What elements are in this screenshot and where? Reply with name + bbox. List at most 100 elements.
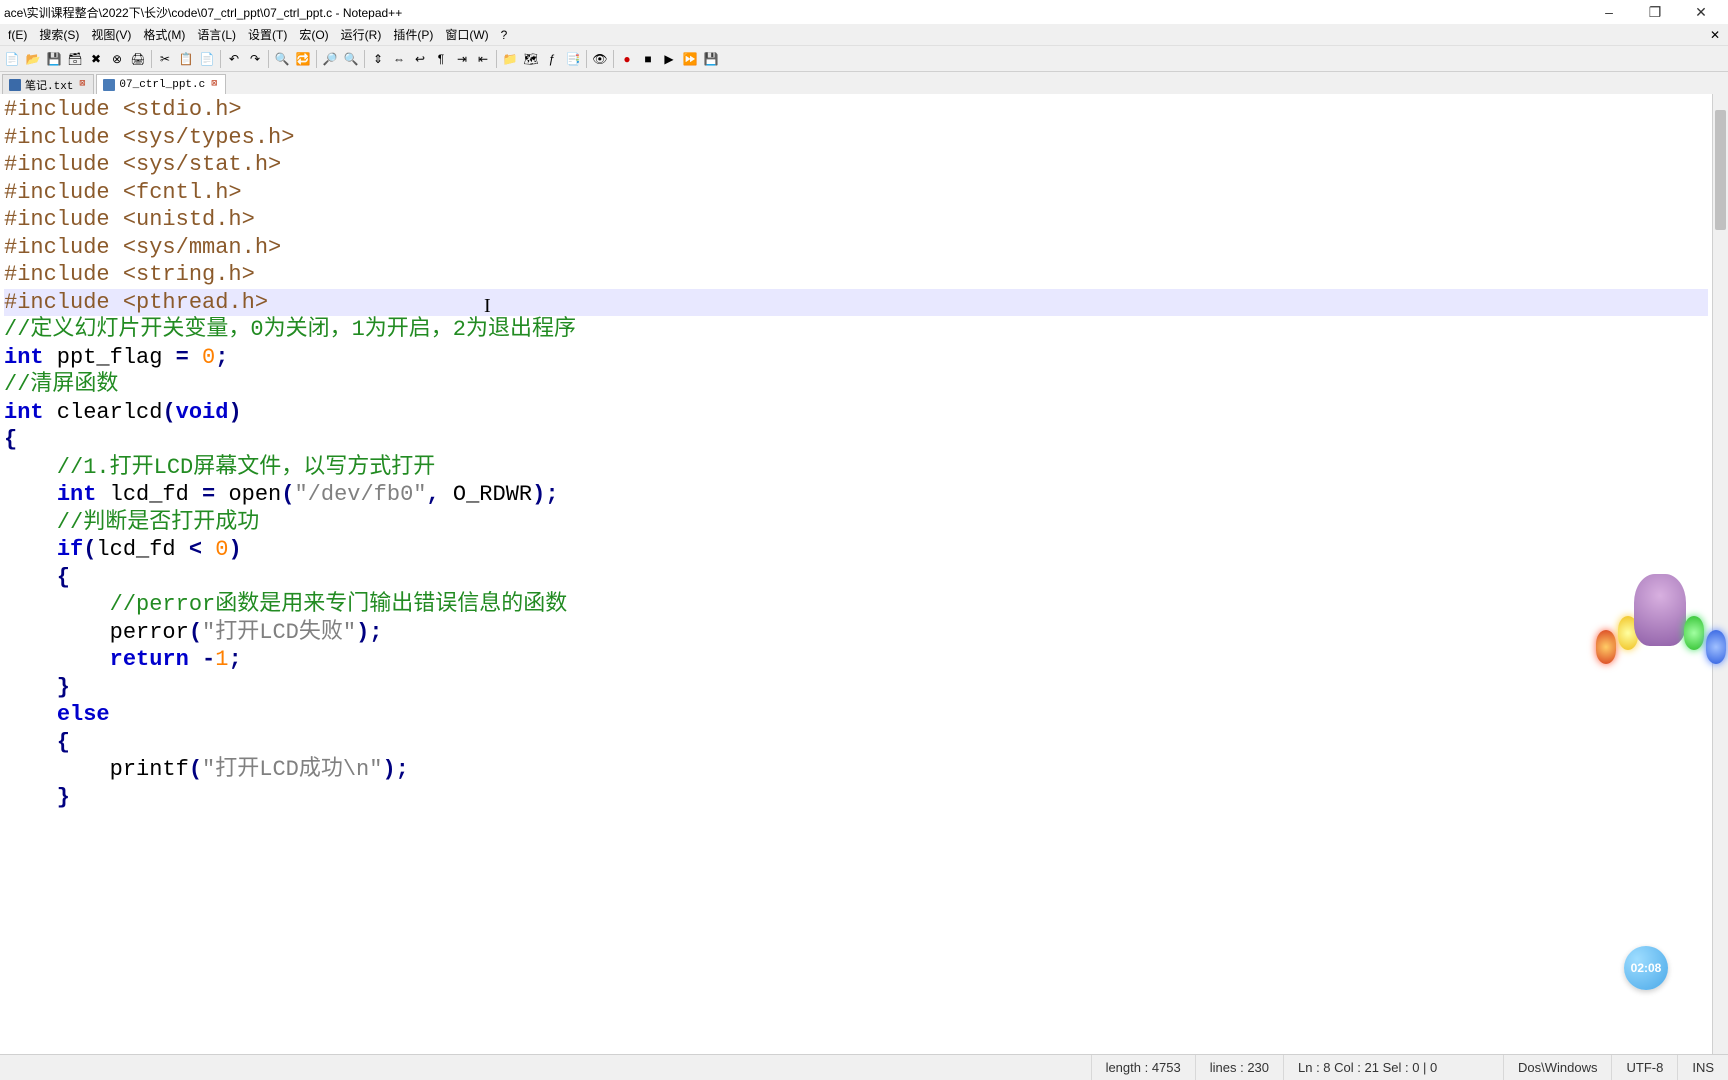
code-line: #include <stdio.h> bbox=[4, 97, 242, 122]
function-list-icon[interactable]: ƒ bbox=[542, 49, 562, 69]
find-icon[interactable]: 🔍 bbox=[272, 49, 292, 69]
window-title: ace\实训课程整合\2022下\长沙\code\07_ctrl_ppt\07_… bbox=[4, 4, 1586, 21]
status-encoding: UTF-8 bbox=[1611, 1055, 1677, 1080]
close-all-icon[interactable]: ⊗ bbox=[107, 49, 127, 69]
timer-badge[interactable]: 02:08 bbox=[1624, 946, 1668, 990]
toolbar-separator bbox=[586, 50, 587, 68]
text-cursor-icon: I bbox=[484, 294, 491, 319]
code-line: { bbox=[4, 427, 17, 452]
toolbar-separator bbox=[613, 50, 614, 68]
file-icon bbox=[9, 79, 21, 91]
sync-h-icon[interactable]: ⇔ bbox=[389, 49, 409, 69]
paste-icon[interactable]: 📄 bbox=[197, 49, 217, 69]
close-file-icon[interactable]: ✖ bbox=[86, 49, 106, 69]
tab-notes[interactable]: 笔记.txt ⊠ bbox=[2, 74, 94, 94]
title-bar: ace\实训课程整合\2022下\长沙\code\07_ctrl_ppt\07_… bbox=[0, 0, 1728, 24]
redo-icon[interactable]: ↷ bbox=[245, 49, 265, 69]
code-line: #include <unistd.h> bbox=[4, 207, 255, 232]
toolbar-separator bbox=[496, 50, 497, 68]
code-line: //定义幻灯片开关变量，0为关闭，1为开启，2为退出程序 bbox=[4, 317, 576, 342]
doc-map-icon[interactable]: 🗺 bbox=[521, 49, 541, 69]
record-macro-icon[interactable]: ● bbox=[617, 49, 637, 69]
status-insert-mode: INS bbox=[1677, 1055, 1728, 1080]
menu-macro[interactable]: 宏(O) bbox=[293, 24, 334, 45]
status-length: length : 4753 bbox=[1091, 1055, 1195, 1080]
code-line: #include <sys/stat.h> bbox=[4, 152, 281, 177]
toolbar-separator bbox=[268, 50, 269, 68]
code-line: #include <fcntl.h> bbox=[4, 180, 242, 205]
monitor-icon[interactable]: 👁 bbox=[590, 49, 610, 69]
zoom-in-icon[interactable]: 🔎 bbox=[320, 49, 340, 69]
close-button[interactable]: ✕ bbox=[1678, 0, 1724, 24]
save-icon[interactable]: 💾 bbox=[44, 49, 64, 69]
code-line: //1.打开LCD屏幕文件，以写方式打开 bbox=[4, 455, 435, 480]
replace-icon[interactable]: 🔁 bbox=[293, 49, 313, 69]
print-icon[interactable]: 🖨 bbox=[128, 49, 148, 69]
code-line: #include <string.h> bbox=[4, 262, 255, 287]
mascot-character-icon bbox=[1634, 574, 1686, 646]
menu-settings[interactable]: 设置(T) bbox=[242, 24, 293, 45]
code-line: #include <sys/types.h> bbox=[4, 125, 294, 150]
new-file-icon[interactable]: 📄 bbox=[2, 49, 22, 69]
tab-close-icon[interactable]: ⊠ bbox=[77, 80, 87, 90]
minimize-button[interactable]: – bbox=[1586, 0, 1632, 24]
indent-icon[interactable]: ⇥ bbox=[452, 49, 472, 69]
code-line: //perror函数是用来专门输出错误信息的函数 bbox=[4, 592, 567, 617]
tab-label: 笔记.txt bbox=[25, 77, 73, 93]
tab-07-ctrl-ppt[interactable]: 07_ctrl_ppt.c ⊠ bbox=[96, 74, 226, 94]
menu-window[interactable]: 窗口(W) bbox=[439, 24, 494, 45]
code-editor[interactable]: #include <stdio.h> #include <sys/types.h… bbox=[0, 94, 1712, 1054]
code-line: //清屏函数 bbox=[4, 372, 118, 397]
open-file-icon[interactable]: 📂 bbox=[23, 49, 43, 69]
maximize-button[interactable]: ❐ bbox=[1632, 0, 1678, 24]
code-line: } bbox=[4, 675, 70, 700]
menu-language[interactable]: 语言(L) bbox=[191, 24, 242, 45]
status-lines: lines : 230 bbox=[1195, 1055, 1283, 1080]
tab-bar: 笔记.txt ⊠ 07_ctrl_ppt.c ⊠ bbox=[0, 72, 1728, 94]
toolbar-separator bbox=[316, 50, 317, 68]
outdent-icon[interactable]: ⇤ bbox=[473, 49, 493, 69]
toolbar-separator bbox=[220, 50, 221, 68]
code-line: { bbox=[4, 565, 70, 590]
sync-v-icon[interactable]: ⇕ bbox=[368, 49, 388, 69]
menu-view[interactable]: 视图(V) bbox=[85, 24, 137, 45]
menu-plugin[interactable]: 插件(P) bbox=[387, 24, 439, 45]
toolbar-separator bbox=[364, 50, 365, 68]
menu-help[interactable]: ? bbox=[495, 26, 514, 44]
code-line: { bbox=[4, 730, 70, 755]
save-macro-icon[interactable]: 💾 bbox=[701, 49, 721, 69]
gem-blue-icon bbox=[1706, 630, 1726, 664]
show-all-icon[interactable]: ¶ bbox=[431, 49, 451, 69]
scrollbar-thumb[interactable] bbox=[1715, 110, 1726, 230]
toolbar-separator bbox=[151, 50, 152, 68]
play-macro-icon[interactable]: ▶ bbox=[659, 49, 679, 69]
mascot-overlay bbox=[1596, 570, 1726, 670]
toolbar: 📄 📂 💾 🗃 ✖ ⊗ 🖨 ✂ 📋 📄 ↶ ↷ 🔍 🔁 🔎 🔍 ⇕ ⇔ ↩ ¶ … bbox=[0, 46, 1728, 72]
gem-red-icon bbox=[1596, 630, 1616, 664]
code-line: } bbox=[4, 785, 70, 810]
wrap-icon[interactable]: ↩ bbox=[410, 49, 430, 69]
menu-search[interactable]: 搜索(S) bbox=[33, 24, 85, 45]
file-icon bbox=[103, 79, 115, 91]
zoom-out-icon[interactable]: 🔍 bbox=[341, 49, 361, 69]
menu-run[interactable]: 运行(R) bbox=[335, 24, 388, 45]
cut-icon[interactable]: ✂ bbox=[155, 49, 175, 69]
stop-macro-icon[interactable]: ■ bbox=[638, 49, 658, 69]
play-multi-icon[interactable]: ⏩ bbox=[680, 49, 700, 69]
folder-workspace-icon[interactable]: 📁 bbox=[500, 49, 520, 69]
copy-icon[interactable]: 📋 bbox=[176, 49, 196, 69]
menu-format[interactable]: 格式(M) bbox=[137, 24, 191, 45]
menu-bar: f(E) 搜索(S) 视图(V) 格式(M) 语言(L) 设置(T) 宏(O) … bbox=[0, 24, 1728, 46]
status-bar: length : 4753 lines : 230 Ln : 8 Col : 2… bbox=[0, 1054, 1728, 1080]
window-controls: – ❐ ✕ bbox=[1586, 0, 1724, 24]
save-all-icon[interactable]: 🗃 bbox=[65, 49, 85, 69]
gem-green-icon bbox=[1684, 616, 1704, 650]
code-line: //判断是否打开成功 bbox=[4, 510, 259, 535]
tab-close-icon[interactable]: ⊠ bbox=[209, 80, 219, 90]
menu-x-button[interactable]: ✕ bbox=[1704, 26, 1726, 44]
doc-switcher-icon[interactable]: 📑 bbox=[563, 49, 583, 69]
code-line: #include <pthread.h> bbox=[4, 290, 268, 315]
undo-icon[interactable]: ↶ bbox=[224, 49, 244, 69]
code-line: #include <sys/mman.h> bbox=[4, 235, 281, 260]
menu-file[interactable]: f(E) bbox=[2, 26, 33, 44]
